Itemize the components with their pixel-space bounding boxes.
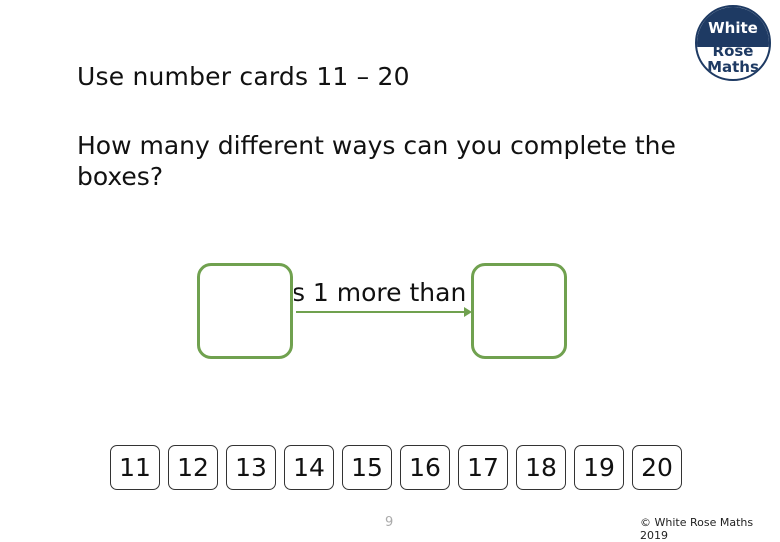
arrow-line <box>296 311 466 313</box>
logo-text-rose: Rose <box>712 42 754 60</box>
number-card[interactable]: 13 <box>226 445 276 490</box>
relation-label: is 1 more than <box>294 278 470 307</box>
number-card[interactable]: 18 <box>516 445 566 490</box>
number-cards: 11 12 13 14 15 16 17 18 19 20 <box>110 445 682 490</box>
instruction-title: Use number cards 11 – 20 <box>77 62 410 91</box>
relation-text: is 1 more than <box>294 278 467 307</box>
white-rose-maths-logo: White Rose Maths <box>695 5 771 81</box>
number-card[interactable]: 19 <box>574 445 624 490</box>
number-card[interactable]: 11 <box>110 445 160 490</box>
number-card[interactable]: 14 <box>284 445 334 490</box>
number-card[interactable]: 17 <box>458 445 508 490</box>
logo-text-rose-maths: Rose Maths <box>697 43 769 75</box>
page-number: 9 <box>385 515 394 530</box>
number-card[interactable]: 15 <box>342 445 392 490</box>
number-card[interactable]: 20 <box>632 445 682 490</box>
answer-box-right[interactable] <box>471 263 567 359</box>
number-card[interactable]: 12 <box>168 445 218 490</box>
question-text: How many different ways can you complete… <box>77 131 676 191</box>
answer-box-left[interactable] <box>197 263 293 359</box>
copyright-text: © White Rose Maths 2019 <box>640 516 754 542</box>
number-card[interactable]: 16 <box>400 445 450 490</box>
logo-text-maths: Maths <box>707 58 759 76</box>
logo-text-white: White <box>708 19 758 37</box>
